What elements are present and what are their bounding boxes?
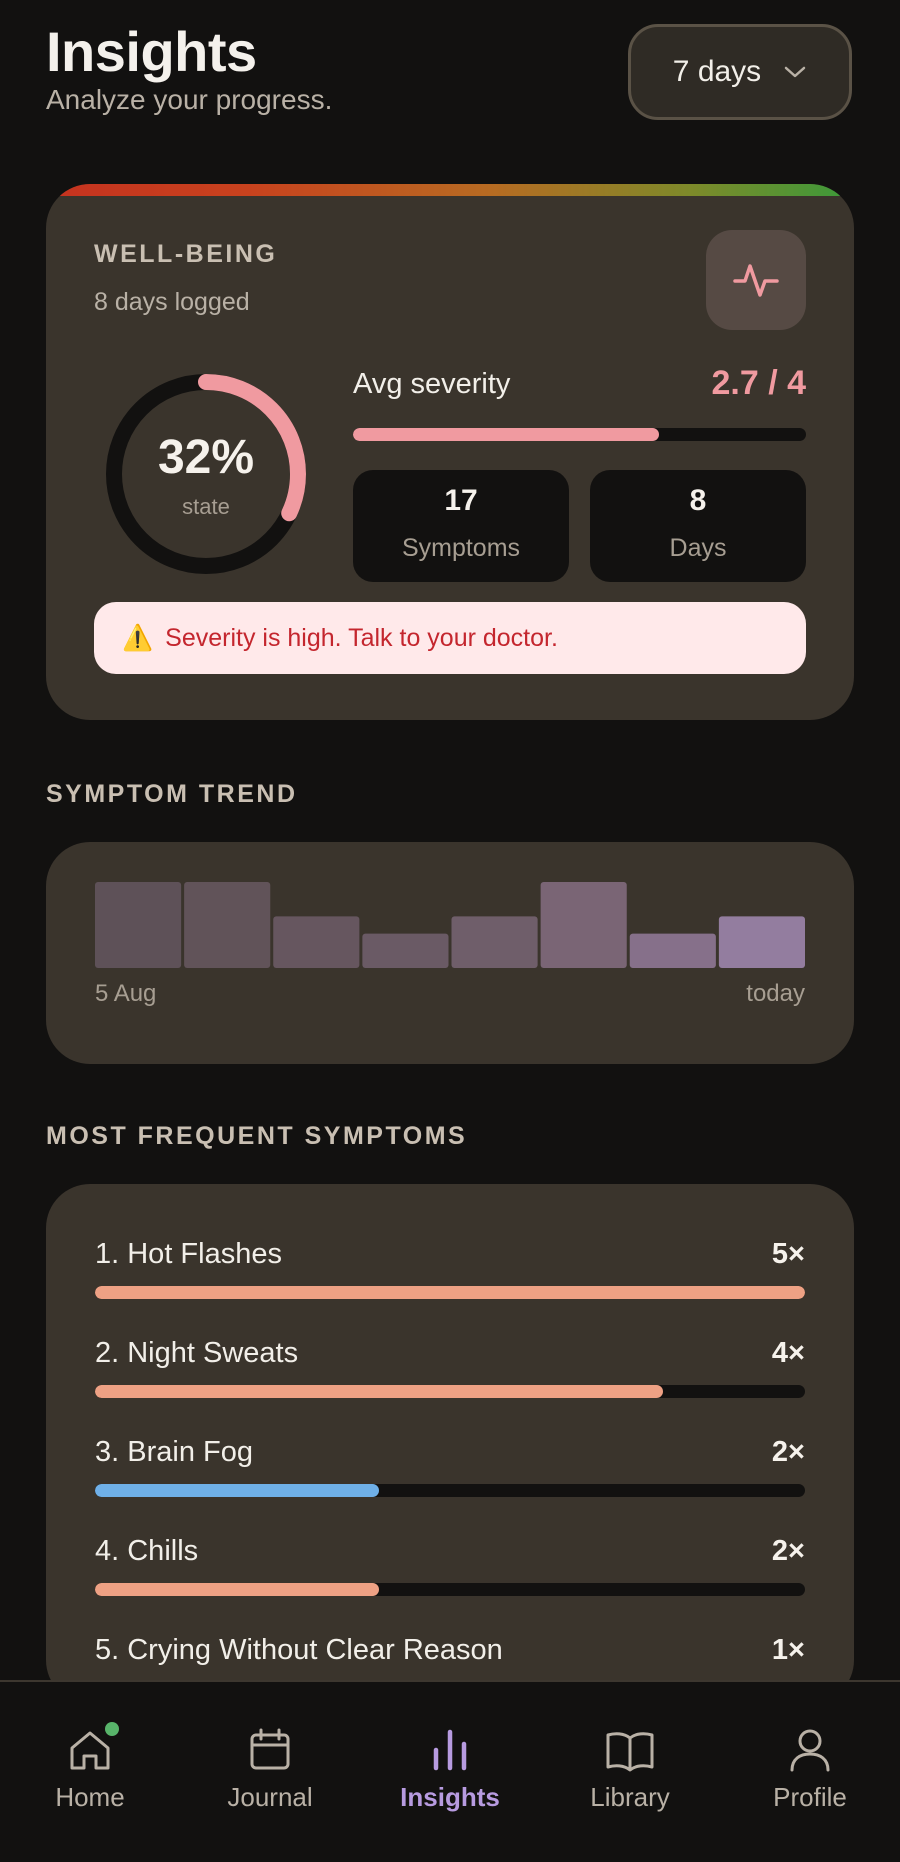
trend-end-label: today	[746, 980, 805, 1007]
symptom-name: 1. Hot Flashes	[95, 1237, 282, 1270]
tab-journal[interactable]: Journal	[180, 1682, 360, 1862]
page-header: Insights Analyze your progress.	[46, 18, 332, 116]
bottom-tab-bar: Home Journal Insights Library Profile	[0, 1680, 900, 1862]
avg-severity-value: 2.7 / 4	[711, 364, 806, 402]
tab-library-label: Library	[590, 1782, 670, 1812]
avg-severity-fill	[353, 428, 659, 441]
avg-severity-label: Avg severity	[353, 368, 511, 400]
stat-days-label: Days	[669, 534, 727, 562]
tab-home-label: Home	[55, 1782, 125, 1812]
trend-bar	[273, 916, 360, 968]
pulse-icon	[733, 264, 779, 297]
trend-bar	[451, 916, 538, 968]
stat-symptoms-value: 17	[444, 484, 478, 517]
trend-bar	[629, 933, 716, 968]
symptom-name: 4. Chills	[95, 1534, 199, 1567]
symptom-item[interactable]: 1. Hot Flashes 5×	[95, 1234, 805, 1299]
symptom-count: 2×	[771, 1435, 805, 1468]
frequent-symptoms-kicker: MOST FREQUENT SYMPTOMS	[46, 1122, 468, 1150]
trend-bar	[540, 882, 627, 968]
page-subtitle: Analyze your progress.	[46, 84, 333, 115]
trend-card: 5 Aug today	[46, 842, 854, 1064]
tab-home[interactable]: Home	[0, 1682, 180, 1862]
avg-severity-bar	[353, 428, 806, 441]
symptom-name: 3. Brain Fog	[95, 1435, 253, 1468]
tab-journal-label: Journal	[227, 1782, 313, 1812]
symptom-count: 2×	[771, 1534, 805, 1567]
severity-gradient-strip	[46, 184, 854, 196]
trend-bar	[95, 882, 182, 968]
tab-profile[interactable]: Profile	[720, 1682, 900, 1862]
symptom-bar	[95, 1583, 805, 1596]
calendar-icon	[250, 1728, 290, 1770]
symptom-bar-fill	[95, 1484, 379, 1497]
notification-dot	[105, 1722, 119, 1736]
tab-library[interactable]: Library	[540, 1682, 720, 1862]
range-selector-value: 7 days	[672, 55, 762, 88]
symptom-name: 2. Night Sweats	[95, 1336, 299, 1369]
symptom-bar	[95, 1286, 805, 1299]
symptom-item[interactable]: 3. Brain Fog 2×	[95, 1432, 805, 1497]
trend-bar	[718, 916, 805, 968]
stat-symptoms-label: Symptoms	[401, 534, 521, 562]
symptom-count: 5×	[771, 1237, 805, 1270]
page-title: Insights	[46, 20, 257, 83]
symptom-item[interactable]: 2. Night Sweats 4×	[95, 1333, 805, 1398]
stat-days-value: 8	[689, 484, 707, 517]
days-logged: 8 days logged	[94, 288, 250, 316]
wellbeing-percent: 32%	[157, 431, 255, 484]
pulse-icon-tile	[706, 230, 806, 330]
wellbeing-card: WELL-BEING 8 days logged 32% state Avg s…	[46, 184, 854, 720]
wellbeing-kicker: WELL-BEING	[94, 240, 278, 268]
symptom-bar-fill	[95, 1385, 663, 1398]
tab-insights-label: Insights	[400, 1782, 500, 1812]
trend-bar-chart	[95, 882, 805, 968]
bar-chart-icon	[433, 1729, 467, 1771]
user-icon	[790, 1729, 830, 1772]
trend-bar	[184, 882, 271, 968]
wellbeing-ring-label: state	[182, 494, 230, 519]
trend-start-label: 5 Aug	[95, 980, 157, 1007]
symptom-bar	[95, 1385, 805, 1398]
symptom-count: 1×	[771, 1633, 805, 1666]
tab-profile-label: Profile	[773, 1782, 847, 1812]
warning-icon: ⚠️	[122, 623, 154, 652]
trend-bar	[362, 933, 449, 968]
symptom-bar-fill	[95, 1286, 805, 1299]
trend-kicker: SYMPTOM TREND	[46, 780, 298, 808]
symptom-bar-fill	[95, 1583, 379, 1596]
alert-text: Severity is high. Talk to your doctor.	[165, 623, 558, 652]
symptom-count: 4×	[771, 1336, 805, 1369]
symptom-bar	[95, 1484, 805, 1497]
symptom-item[interactable]: 4. Chills 2×	[95, 1531, 805, 1596]
symptom-name: 5. Crying Without Clear Reason	[95, 1633, 503, 1666]
stat-days: 8 Days	[590, 470, 806, 582]
tab-insights[interactable]: Insights	[360, 1682, 540, 1862]
chevron-down-icon	[784, 66, 806, 78]
frequent-symptoms-card: 1. Hot Flashes 5× 2. Night Sweats 4× 3. …	[46, 1184, 854, 1704]
stat-symptoms: 17 Symptoms	[353, 470, 569, 582]
range-selector-button[interactable]: 7 days	[628, 24, 852, 120]
book-icon	[606, 1732, 654, 1772]
severity-alert: ⚠️ Severity is high. Talk to your doctor…	[94, 602, 806, 674]
